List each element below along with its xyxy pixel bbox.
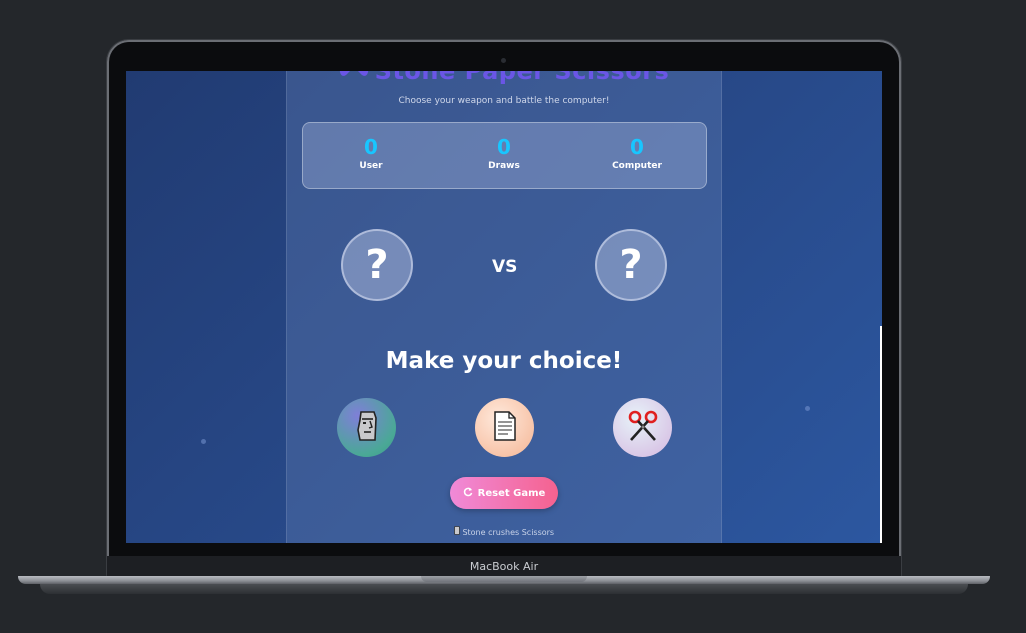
user-choice-display: ? [341, 229, 413, 301]
laptop-bezel-bottom: MacBook Air [107, 556, 901, 578]
subtitle: Choose your weapon and battle the comput… [398, 96, 610, 106]
draws-score: 0 Draws [454, 135, 554, 171]
moai-icon [354, 410, 380, 446]
computer-choice-display: ? [595, 229, 667, 301]
refresh-icon [463, 487, 473, 500]
result-hint: Stone crushes Scissors [287, 526, 721, 537]
choice-prompt: Make your choice! [385, 348, 623, 374]
laptop-notch [421, 576, 587, 582]
webcam [501, 58, 506, 63]
draws-score-label: Draws [488, 161, 520, 171]
page-icon [493, 410, 517, 445]
game-panel: Stone Paper Scissors Choose your weapon … [286, 71, 722, 543]
background-dot [201, 439, 206, 444]
gamepad-icon [339, 71, 369, 85]
computer-score-label: Computer [612, 161, 662, 171]
device-label: MacBook Air [469, 560, 539, 573]
screen: Stone Paper Scissors Choose your weapon … [126, 71, 882, 543]
paper-button[interactable] [475, 398, 534, 457]
laptop-base [40, 584, 968, 594]
page-title: Stone Paper Scissors [287, 71, 721, 85]
stone-button[interactable] [337, 398, 396, 457]
computer-score: 0 Computer [587, 135, 687, 171]
scoreboard: 0 User 0 Draws 0 Computer [302, 122, 707, 189]
draws-score-value: 0 [497, 135, 511, 159]
result-hint-text: Stone crushes Scissors [462, 528, 555, 537]
user-score-label: User [359, 161, 383, 171]
scissors-icon [627, 410, 659, 446]
scissors-button[interactable] [613, 398, 672, 457]
screen-edge-line [880, 326, 882, 543]
title-text: Stone Paper Scissors [374, 71, 670, 85]
vs-label: VS [492, 257, 518, 277]
computer-score-value: 0 [630, 135, 644, 159]
user-score-value: 0 [364, 135, 378, 159]
user-score: 0 User [321, 135, 421, 171]
background-dot [805, 406, 810, 411]
reset-game-button[interactable]: Reset Game [450, 477, 558, 509]
reset-game-label: Reset Game [477, 487, 546, 499]
